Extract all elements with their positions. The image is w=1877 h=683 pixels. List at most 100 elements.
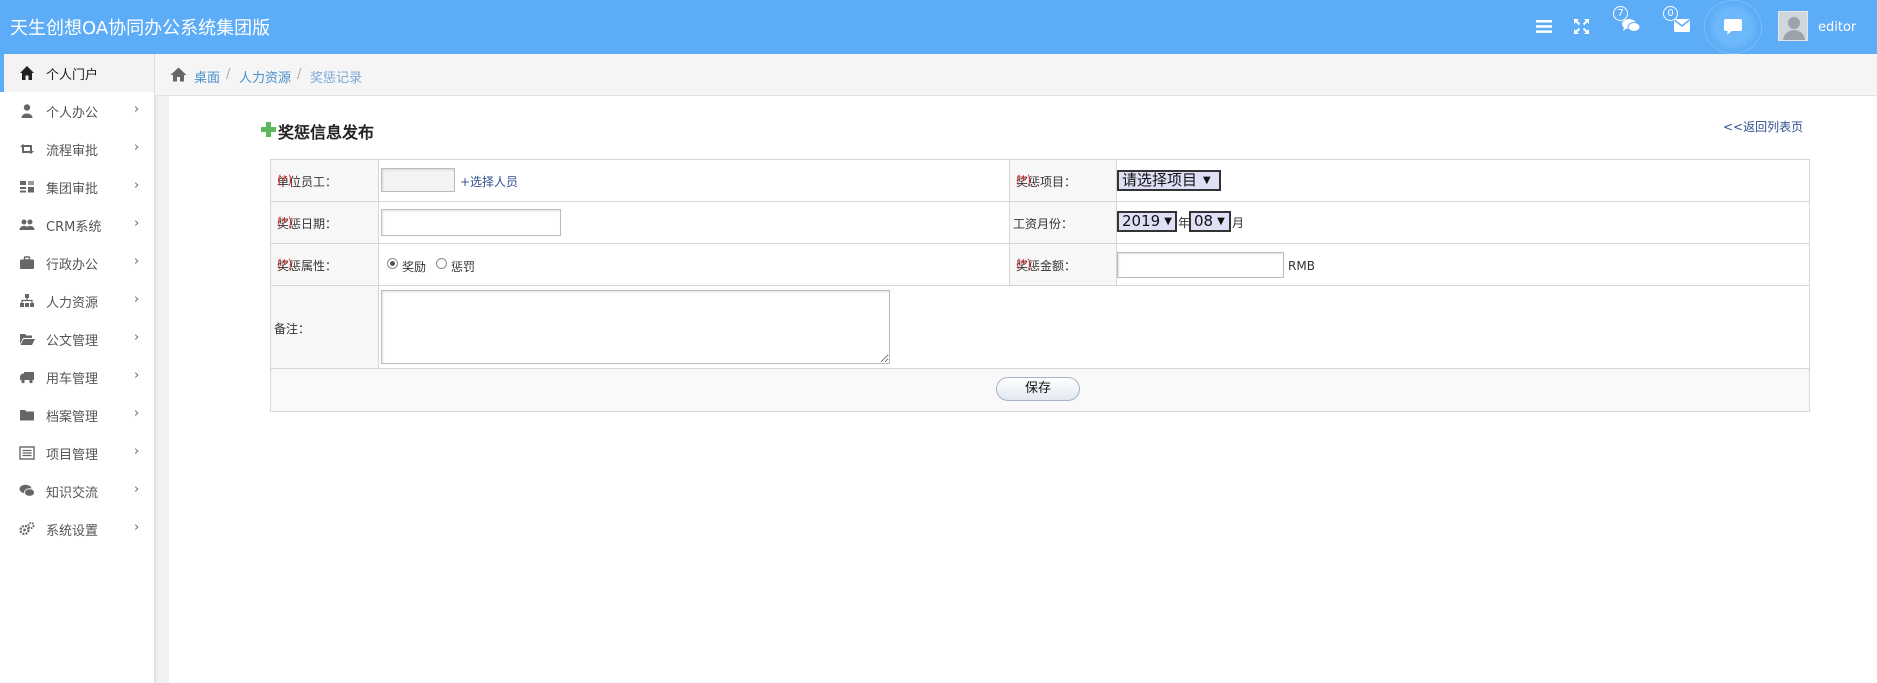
chevron-right-icon: ›	[134, 140, 140, 155]
punish-option-label: 惩罚	[451, 260, 476, 274]
select-person-link[interactable]: +选择人员	[460, 173, 518, 190]
sidebar-item-label: 流程审批	[46, 144, 99, 159]
year-select[interactable]: 2019 ▼	[1117, 211, 1177, 232]
chevron-right-icon: ›	[134, 102, 140, 117]
sidebar-item-label: 公文管理	[46, 334, 99, 349]
home-icon	[20, 66, 34, 80]
required-mark: (*)	[277, 257, 293, 271]
required-mark: (*)	[1016, 173, 1032, 187]
users-icon	[19, 219, 35, 230]
chevron-right-icon: ›	[134, 520, 140, 535]
list-icon	[19, 446, 35, 460]
chat-count-badge: 7	[1613, 6, 1628, 21]
home-icon[interactable]	[170, 67, 187, 82]
sidebar-item-label: 档案管理	[46, 410, 99, 425]
page-title: 奖惩信息发布	[278, 123, 375, 142]
breadcrumb-desktop[interactable]: 桌面	[194, 67, 220, 86]
chevron-right-icon: ›	[134, 178, 140, 193]
sidebar-item-group-approval[interactable]: 集团审批 ›	[0, 168, 154, 206]
breadcrumb-separator: /	[297, 67, 302, 82]
chevron-right-icon: ›	[134, 216, 140, 231]
folder-open-icon	[20, 334, 35, 345]
username[interactable]: editor	[1818, 20, 1856, 35]
amount-input[interactable]	[1117, 252, 1284, 278]
mail-count-badge: 0	[1663, 6, 1678, 21]
chevron-right-icon: ›	[134, 292, 140, 307]
mail-icon[interactable]	[1674, 19, 1690, 36]
breadcrumb-reward-records[interactable]: 奖惩记录	[310, 67, 362, 86]
reward-form-table: 单位员工： (*) 奖惩项目： (*) 奖惩日期： (*) 工资月份： 奖惩属性： (*…	[270, 159, 1810, 412]
save-button[interactable]: 保存	[996, 377, 1080, 401]
attribute-label-cell: 奖惩属性： (*)	[271, 244, 379, 286]
item-label-cell: 奖惩项目： (*)	[1010, 160, 1117, 202]
sidebar-item-knowledge[interactable]: 知识交流 ›	[0, 472, 154, 510]
sidebar-item-admin-office[interactable]: 行政办公 ›	[0, 244, 154, 282]
fullscreen-icon[interactable]	[1574, 19, 1589, 38]
amount-label-cell: 奖惩金额： (*)	[1010, 244, 1117, 286]
sidebar-item-personal-office[interactable]: 个人办公 ›	[0, 92, 154, 130]
year-selected: 2019	[1122, 212, 1161, 230]
sidebar-item-settings[interactable]: 系统设置 ›	[0, 510, 154, 548]
reward-option-label: 奖励	[402, 260, 427, 274]
breadcrumb-separator: /	[226, 67, 231, 82]
plus-icon	[261, 122, 276, 137]
sidebar-item-portal[interactable]: 个人门户	[0, 54, 154, 92]
note-label: 备注：	[274, 322, 311, 336]
user-icon	[21, 104, 33, 118]
breadcrumb: 桌面 / 人力资源 / 奖惩记录	[155, 54, 1877, 96]
chat-icon[interactable]	[1622, 18, 1641, 37]
sidebar-item-label: 集团审批	[46, 182, 99, 197]
dropdown-arrow-icon: ▼	[1203, 175, 1211, 186]
sidebar-item-vehicles[interactable]: 用车管理 ›	[0, 358, 154, 396]
chevron-right-icon: ›	[134, 330, 140, 345]
sidebar-item-projects[interactable]: 项目管理 ›	[0, 434, 154, 472]
sidebar-item-label: 个人办公	[46, 106, 99, 121]
sidebar-item-label: CRM系统	[46, 220, 102, 235]
chevron-right-icon: ›	[134, 482, 140, 497]
sidebar-item-hr[interactable]: 人力资源 ›	[0, 282, 154, 320]
chevron-right-icon: ›	[134, 444, 140, 459]
avatar[interactable]	[1778, 11, 1808, 41]
dropdown-arrow-icon: ▼	[1217, 216, 1225, 227]
punish-radio[interactable]	[436, 258, 447, 269]
required-mark: (*)	[1016, 257, 1032, 271]
message-icon	[1724, 19, 1742, 35]
back-to-list-link[interactable]: <<返回列表页	[1723, 118, 1803, 135]
sitemap-icon	[20, 181, 34, 193]
chevron-right-icon: ›	[134, 254, 140, 269]
date-label-cell: 奖惩日期： (*)	[271, 202, 379, 244]
sidebar-item-label: 用车管理	[46, 372, 99, 387]
org-chart-icon	[20, 294, 34, 307]
reward-radio[interactable]	[387, 258, 398, 269]
sidebar-item-label: 项目管理	[46, 448, 99, 463]
month-select[interactable]: 08 ▼	[1189, 211, 1231, 232]
sidebar-item-label: 人力资源	[46, 296, 99, 311]
sidebar-item-crm[interactable]: CRM系统 ›	[0, 206, 154, 244]
employee-input[interactable]	[381, 168, 455, 192]
note-textarea[interactable]	[381, 290, 890, 364]
truck-icon	[20, 372, 34, 384]
amount-unit: RMB	[1288, 259, 1315, 273]
cogs-icon	[19, 522, 35, 536]
sidebar-item-label: 行政办公	[46, 258, 99, 273]
breadcrumb-hr[interactable]: 人力资源	[239, 67, 291, 86]
sidebar-item-workflow[interactable]: 流程审批 ›	[0, 130, 154, 168]
sidebar: 个人门户 个人办公 › 流程审批 › 集团审批 › CRM系统 › 行政办公 ›…	[0, 54, 155, 683]
message-button[interactable]	[1704, 0, 1762, 54]
chevron-right-icon: ›	[134, 368, 140, 383]
chevron-right-icon: ›	[134, 406, 140, 421]
sidebar-item-archives[interactable]: 档案管理 ›	[0, 396, 154, 434]
menu-icon[interactable]	[1536, 19, 1552, 38]
retweet-icon	[20, 144, 34, 154]
month-unit: 月	[1232, 216, 1245, 230]
reward-item-selected: 请选择项目	[1122, 171, 1198, 189]
salary-month-label: 工资月份：	[1013, 217, 1074, 231]
sidebar-item-label: 个人门户	[46, 68, 99, 83]
reward-item-select[interactable]: 请选择项目 ▼	[1117, 170, 1221, 191]
sidebar-item-label: 知识交流	[46, 486, 99, 501]
active-indicator	[0, 54, 4, 92]
sidebar-item-documents[interactable]: 公文管理 ›	[0, 320, 154, 358]
briefcase-icon	[20, 256, 34, 269]
reward-date-input[interactable]	[381, 209, 561, 236]
folder-icon	[20, 410, 34, 421]
